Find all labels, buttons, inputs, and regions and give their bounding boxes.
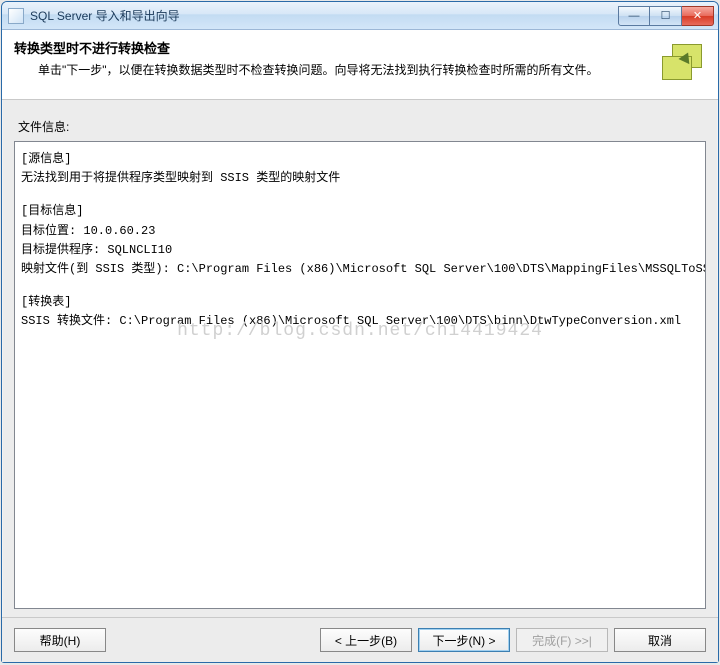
target-header: [目标信息] (21, 202, 699, 221)
ssis-convert-file: SSIS 转换文件: C:\Program Files (x86)\Micros… (21, 312, 699, 331)
finish-button: 完成(F) >>| (516, 628, 608, 652)
mapping-file: 映射文件(到 SSIS 类型): C:\Program Files (x86)\… (21, 260, 699, 279)
minimize-button[interactable]: — (618, 6, 650, 26)
wizard-icon (658, 38, 708, 88)
page-body: 文件信息: [源信息] 无法找到用于将提供程序类型映射到 SSIS 类型的映射文… (2, 100, 718, 617)
page-title: 转换类型时不进行转换检查 (14, 38, 650, 57)
maximize-button[interactable]: ☐ (650, 6, 682, 26)
button-bar: 帮助(H) < 上一步(B) 下一步(N) > 完成(F) >>| 取消 (2, 617, 718, 662)
page-header: 转换类型时不进行转换检查 单击"下一步"，以便在转换数据类型时不检查转换问题。向… (2, 30, 718, 100)
cancel-button[interactable]: 取消 (614, 628, 706, 652)
back-button[interactable]: < 上一步(B) (320, 628, 412, 652)
cancel-label: 取消 (648, 632, 672, 649)
back-label: < 上一步(B) (335, 632, 397, 649)
convert-header: [转换表] (21, 293, 699, 312)
file-info-label: 文件信息: (18, 118, 706, 135)
window-title: SQL Server 导入和导出向导 (30, 7, 618, 24)
wizard-window: SQL Server 导入和导出向导 — ☐ ✕ 转换类型时不进行转换检查 单击… (1, 1, 719, 663)
help-button[interactable]: 帮助(H) (14, 628, 106, 652)
source-msg: 无法找到用于将提供程序类型映射到 SSIS 类型的映射文件 (21, 169, 699, 188)
help-label: 帮助(H) (40, 632, 81, 649)
titlebar[interactable]: SQL Server 导入和导出向导 — ☐ ✕ (2, 2, 718, 30)
next-label: 下一步(N) > (432, 632, 495, 649)
app-icon (8, 8, 24, 24)
source-header: [源信息] (21, 150, 699, 169)
header-text: 转换类型时不进行转换检查 单击"下一步"，以便在转换数据类型时不检查转换问题。向… (14, 38, 650, 91)
target-location: 目标位置: 10.0.60.23 (21, 222, 699, 241)
close-button[interactable]: ✕ (682, 6, 714, 26)
page-description: 单击"下一步"，以便在转换数据类型时不检查转换问题。向导将无法找到执行转换检查时… (38, 61, 650, 79)
finish-label: 完成(F) >>| (532, 632, 592, 649)
target-provider: 目标提供程序: SQLNCLI10 (21, 241, 699, 260)
window-controls: — ☐ ✕ (618, 6, 714, 26)
next-button[interactable]: 下一步(N) > (418, 628, 510, 652)
info-textbox[interactable]: [源信息] 无法找到用于将提供程序类型映射到 SSIS 类型的映射文件 [目标信… (14, 141, 706, 609)
